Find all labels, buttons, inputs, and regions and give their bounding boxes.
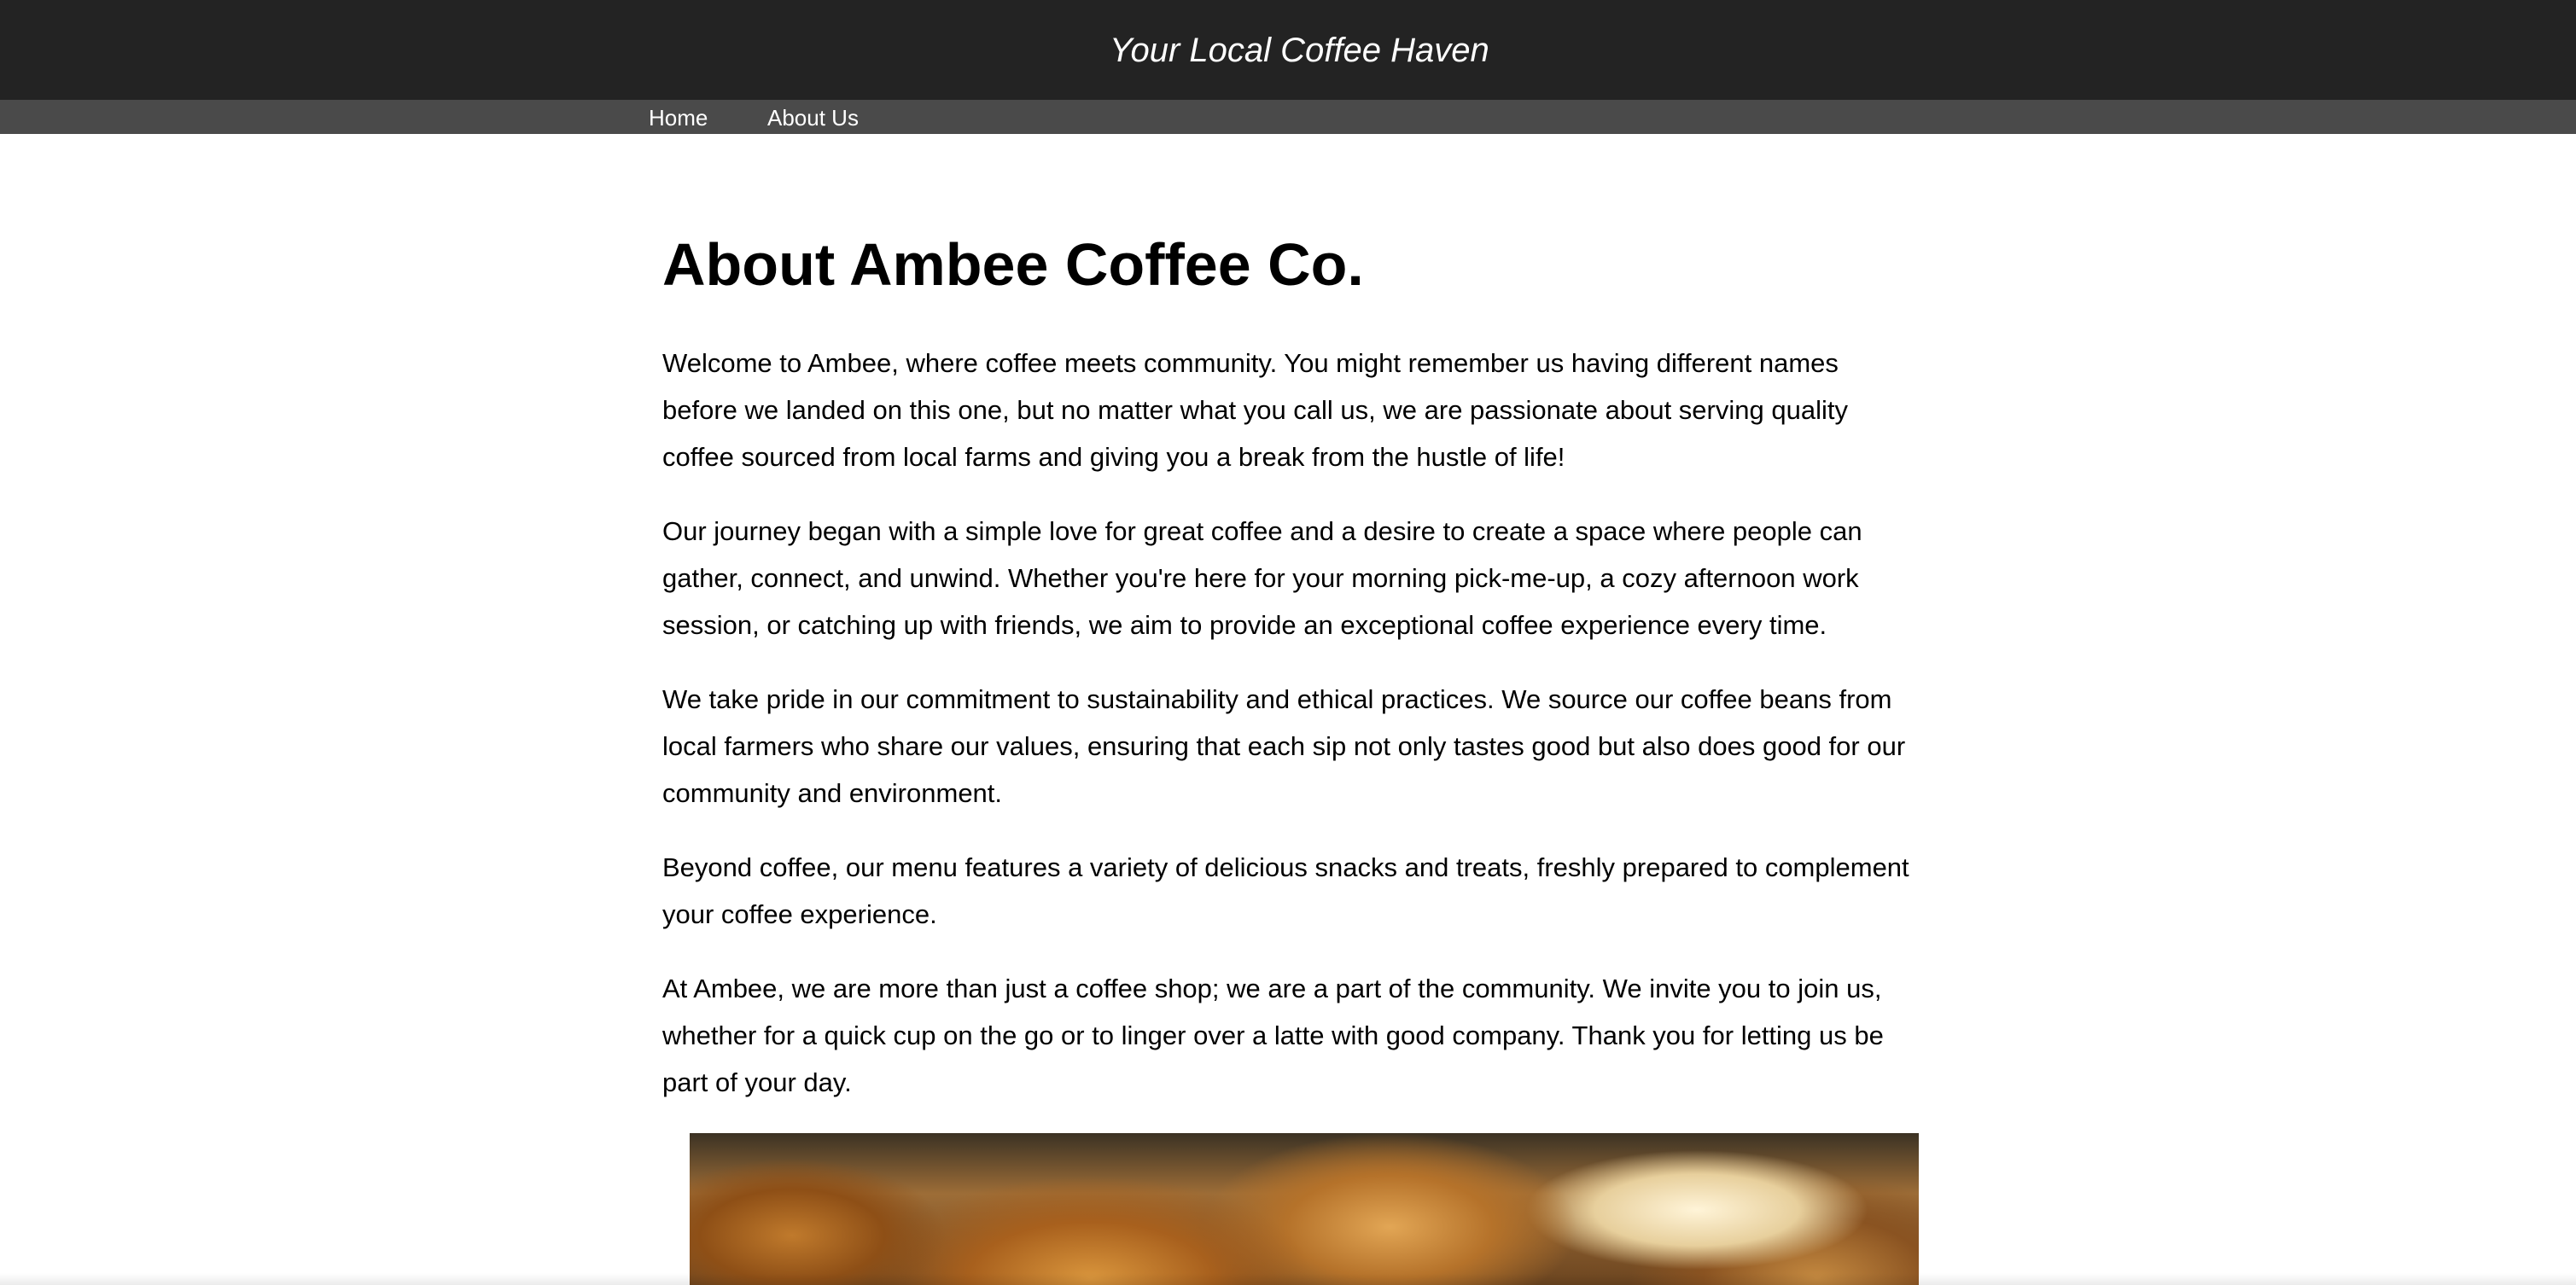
- nav-bar: Home About Us: [0, 100, 2576, 134]
- site-header: Your Local Coffee Haven: [0, 0, 2576, 100]
- nav-link-home[interactable]: Home: [649, 105, 708, 131]
- bottom-shadow: [0, 1273, 2576, 1285]
- main-content: About Ambee Coffee Co. Welcome to Ambee,…: [662, 229, 1919, 1097]
- page-title: About Ambee Coffee Co.: [662, 231, 1364, 298]
- paragraph-community: At Ambee, we are more than just a coffee…: [662, 974, 1884, 1097]
- paragraph-sustainability: We take pride in our commitment to susta…: [662, 684, 1906, 808]
- paragraph-menu: Beyond coffee, our menu features a varie…: [662, 852, 1909, 929]
- paragraph-welcome: Welcome to Ambee, where coffee meets com…: [662, 348, 1848, 472]
- nav-link-about-us[interactable]: About Us: [767, 105, 859, 131]
- paragraph-journey: Our journey began with a simple love for…: [662, 516, 1862, 640]
- page: Your Local Coffee Haven Home About Us Ab…: [0, 0, 2576, 1285]
- site-tagline: Your Local Coffee Haven: [1110, 32, 1489, 69]
- pastry-photo: [690, 1133, 1919, 1285]
